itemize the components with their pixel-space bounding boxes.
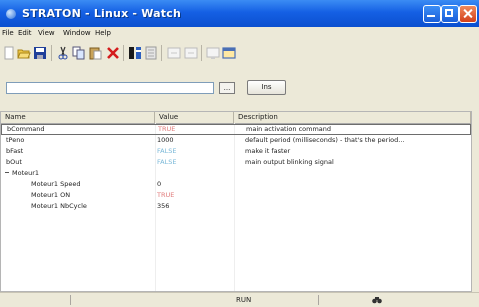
variable-description: main output blinking signal <box>245 158 334 166</box>
menu-edit[interactable]: Edit <box>18 29 32 37</box>
close-button[interactable] <box>459 5 477 23</box>
menu-view[interactable]: View <box>38 29 55 37</box>
insert-bar: ... Ins <box>0 72 479 97</box>
new-icon[interactable] <box>2 46 16 60</box>
table-row[interactable]: Moteur1 ON TRUE <box>1 190 471 201</box>
copy-icon[interactable] <box>72 46 86 60</box>
menu-window[interactable]: Window <box>63 29 91 37</box>
toolbar-separator <box>51 45 52 61</box>
columns-icon[interactable] <box>128 46 142 60</box>
browse-button[interactable]: ... <box>219 82 235 94</box>
menu-file[interactable]: File <box>2 29 14 37</box>
open-icon[interactable] <box>17 46 31 60</box>
properties-icon[interactable] <box>144 46 158 60</box>
minimize-icon <box>427 15 435 17</box>
binoculars-icon[interactable] <box>372 296 382 304</box>
table-row[interactable]: bCommand TRUE main activation command <box>1 124 471 135</box>
table-row[interactable]: Moteur1 Speed 0 <box>1 179 471 190</box>
undo-icon[interactable] <box>167 46 181 60</box>
redo-icon[interactable] <box>184 46 198 60</box>
toolbar-separator <box>123 45 124 61</box>
variable-value[interactable]: FALSE <box>157 157 233 168</box>
insert-button[interactable]: Ins <box>247 80 286 95</box>
table-row[interactable]: tPeno 1000 default period (milliseconds) -… <box>1 135 471 146</box>
toolbar-separator <box>161 45 162 61</box>
delete-icon[interactable] <box>106 46 120 60</box>
column-header-value[interactable]: Value <box>155 112 234 123</box>
variable-description: default period (milliseconds) - that's t… <box>245 136 405 144</box>
variable-description <box>245 168 467 179</box>
variable-value[interactable]: 356 <box>157 201 233 212</box>
variable-name: Moteur1 <box>12 169 40 177</box>
status-divider <box>318 295 319 305</box>
group-row[interactable]: Moteur1 <box>1 168 471 179</box>
menu-bar: File Edit View Window Help <box>0 27 479 41</box>
title-bar[interactable]: STRATON - Linux - Watch <box>0 0 479 27</box>
collapse-icon[interactable] <box>5 172 9 173</box>
variable-value[interactable]: 0 <box>157 179 233 190</box>
watch-grid: Name Value Description bCommand TRUE main … <box>0 111 472 292</box>
variable-description <box>245 190 467 201</box>
maximize-icon <box>445 9 453 17</box>
variable-name: bOut <box>6 158 22 166</box>
table-row[interactable]: bOut FALSE main output blinking signal <box>1 157 471 168</box>
window-title: STRATON - Linux - Watch <box>22 7 181 20</box>
column-header-name[interactable]: Name <box>1 112 155 123</box>
variable-description: make it faster <box>245 147 291 155</box>
variable-name: tPeno <box>6 136 25 144</box>
save-icon[interactable] <box>33 46 47 60</box>
variable-name: bFast <box>6 147 24 155</box>
maximize-button[interactable] <box>441 5 459 23</box>
close-icon <box>463 9 471 17</box>
column-header-description[interactable]: Description <box>234 112 471 123</box>
variable-name: bCommand <box>7 125 45 133</box>
table-row[interactable]: Moteur1 NbCycle 356 <box>1 201 471 212</box>
variable-value[interactable] <box>157 168 233 179</box>
status-divider <box>70 295 71 305</box>
watch-window: STRATON - Linux - Watch File Edit View W… <box>0 0 479 307</box>
variable-description: main activation command <box>246 125 332 133</box>
variable-input[interactable] <box>6 82 214 94</box>
toolbar <box>0 41 479 66</box>
app-icon <box>6 9 16 19</box>
status-text: RUN <box>236 296 252 304</box>
monitor-icon[interactable] <box>206 46 220 60</box>
variable-value[interactable]: TRUE <box>158 124 234 135</box>
status-bar: RUN <box>0 292 479 307</box>
variable-value[interactable]: FALSE <box>157 146 233 157</box>
minimize-button[interactable] <box>423 5 441 23</box>
variable-description <box>245 201 467 212</box>
grid-header: Name Value Description <box>1 112 471 124</box>
variable-value[interactable]: 1000 <box>157 135 233 146</box>
table-row[interactable]: bFast FALSE make it faster <box>1 146 471 157</box>
variable-description <box>245 179 467 190</box>
menu-help[interactable]: Help <box>95 29 111 37</box>
paste-icon[interactable] <box>88 46 102 60</box>
window-icon[interactable] <box>222 46 236 60</box>
variable-value[interactable]: TRUE <box>157 190 233 201</box>
toolbar-separator <box>201 45 202 61</box>
cut-icon[interactable] <box>56 46 70 60</box>
